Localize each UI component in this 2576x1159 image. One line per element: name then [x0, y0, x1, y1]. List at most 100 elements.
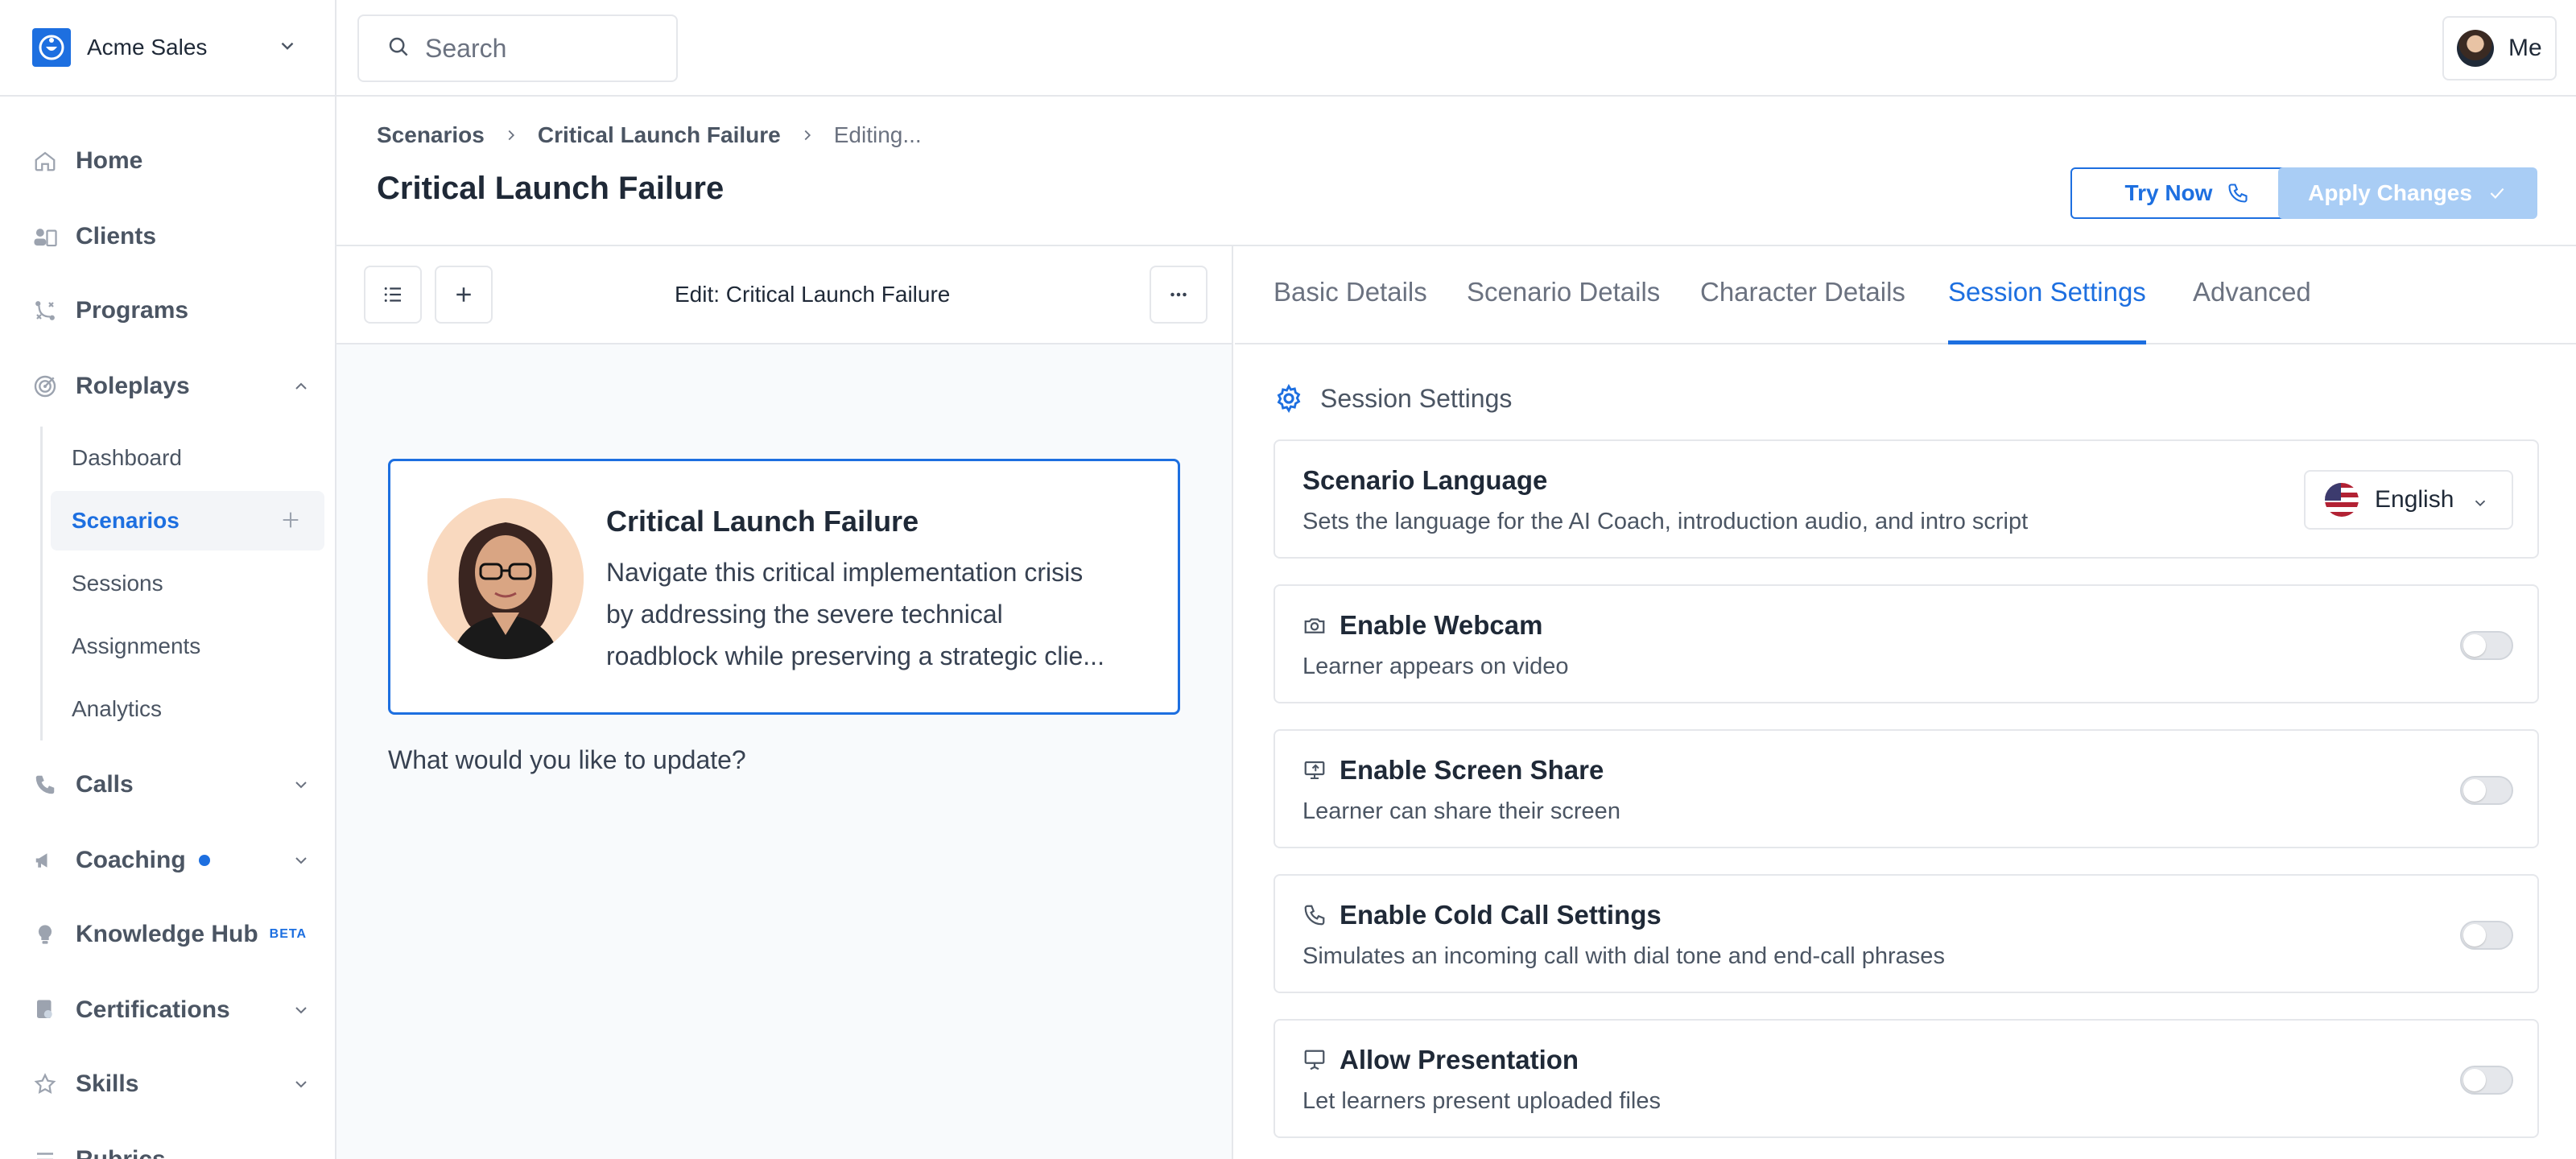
- add-scenario-icon[interactable]: [279, 509, 302, 537]
- chevron-down-icon: [291, 1000, 311, 1024]
- page-header: Scenarios Critical Launch Failure Editin…: [336, 97, 2576, 246]
- card-description: Navigate this critical implementation cr…: [606, 551, 1154, 677]
- toggle-knob: [2463, 634, 2486, 657]
- screen-share-toggle[interactable]: [2460, 776, 2513, 805]
- row-description: Sets the language for the AI Coach, intr…: [1302, 509, 2029, 534]
- megaphone-icon: [29, 844, 61, 876]
- nav-label: Programs: [76, 297, 189, 324]
- subnav-item-scenarios[interactable]: Scenarios: [51, 491, 324, 551]
- subnav-item-analytics[interactable]: Analytics: [51, 679, 324, 739]
- org-switcher[interactable]: Acme Sales: [0, 0, 335, 97]
- nav-item-knowledge-hub[interactable]: Knowledge Hub BETA: [29, 910, 311, 959]
- nav-item-home[interactable]: Home: [29, 137, 311, 185]
- card-desc-line: by addressing the severe technical: [606, 600, 1003, 629]
- subnav-label: Scenarios: [72, 508, 180, 533]
- us-flag-icon: [2325, 483, 2359, 517]
- apply-changes-button[interactable]: Apply Changes: [2278, 167, 2537, 219]
- phone-icon: [29, 769, 61, 801]
- update-prompt: What would you like to update?: [388, 745, 746, 774]
- row-title-text: Enable Cold Call Settings: [1340, 900, 1662, 930]
- beta-badge: BETA: [269, 927, 308, 941]
- row-title-text: Enable Screen Share: [1340, 755, 1604, 785]
- screen-share-icon: [1302, 758, 1327, 782]
- cold-call-row: Enable Cold Call Settings Simulates an i…: [1274, 874, 2539, 993]
- nav-label: Clients: [76, 223, 157, 250]
- webcam-toggle[interactable]: [2460, 631, 2513, 660]
- card-desc-line: Navigate this critical implementation cr…: [606, 558, 1084, 587]
- list-button[interactable]: [364, 266, 422, 324]
- cold-call-toggle[interactable]: [2460, 921, 2513, 950]
- clients-icon: [29, 221, 61, 253]
- row-title-text: Enable Webcam: [1340, 610, 1543, 640]
- nav-item-clients[interactable]: Clients: [29, 212, 311, 261]
- phone-icon: [2228, 184, 2248, 203]
- row-title: Scenario Language: [1302, 465, 1548, 495]
- nav-item-skills[interactable]: Skills: [29, 1060, 311, 1108]
- target-icon: [29, 370, 61, 402]
- language-value: English: [2375, 486, 2454, 513]
- nav-label: Calls: [76, 771, 134, 798]
- nav-label: Certifications: [76, 996, 230, 1023]
- plus-icon: [456, 287, 471, 302]
- subnav-item-sessions[interactable]: Sessions: [51, 554, 324, 613]
- tab-session-settings[interactable]: Session Settings: [1948, 277, 2146, 344]
- camera-icon: [1302, 613, 1327, 637]
- lightbulb-icon: [29, 918, 61, 951]
- programs-icon: [29, 295, 61, 327]
- language-select[interactable]: English: [2304, 470, 2513, 530]
- toggle-knob: [2463, 779, 2486, 802]
- nav-item-roleplays[interactable]: Roleplays: [29, 362, 311, 410]
- list-icon: [384, 287, 401, 302]
- tab-basic-details[interactable]: Basic Details: [1274, 277, 1427, 344]
- presentation-icon: [1302, 1048, 1327, 1072]
- notification-dot: [198, 855, 210, 866]
- org-logo-icon: [32, 28, 71, 67]
- top-bar: Search Me: [336, 0, 2576, 97]
- subnav-item-dashboard[interactable]: Dashboard: [51, 428, 324, 488]
- nav-label: Home: [76, 147, 143, 174]
- nav-item-coaching[interactable]: Coaching: [29, 836, 311, 885]
- presentation-toggle[interactable]: [2460, 1066, 2513, 1095]
- page-title: Critical Launch Failure: [377, 171, 724, 206]
- breadcrumb-link-scenario[interactable]: Critical Launch Failure: [538, 122, 781, 148]
- avatar: [2457, 30, 2494, 67]
- search-input[interactable]: Search: [357, 14, 678, 82]
- row-description: Learner appears on video: [1302, 654, 1569, 679]
- nav-label: Coaching: [76, 847, 186, 873]
- nav-item-certifications[interactable]: Certifications: [29, 986, 311, 1034]
- row-description: Simulates an incoming call with dial ton…: [1302, 943, 1945, 969]
- tab-character-details[interactable]: Character Details: [1700, 277, 1905, 344]
- row-title: Enable Screen Share: [1302, 755, 1604, 786]
- scenario-editor: Edit: Critical Launch Failure Critical L…: [336, 246, 1233, 1159]
- settings-panel: Basic Details Scenario Details Character…: [1235, 246, 2576, 1159]
- section-title: Session Settings: [1320, 383, 1513, 413]
- nav-item-calls[interactable]: Calls: [29, 761, 311, 809]
- scenario-card[interactable]: Critical Launch Failure Navigate this cr…: [388, 459, 1180, 715]
- try-now-button[interactable]: Try Now: [2070, 167, 2304, 219]
- check-icon: [2490, 188, 2504, 199]
- sidebar: Acme Sales Home Clients Programs Rolepla…: [0, 0, 336, 1159]
- chevron-down-icon: [291, 851, 311, 874]
- phone-icon: [1302, 903, 1327, 927]
- breadcrumb: Scenarios Critical Launch Failure Editin…: [377, 122, 922, 148]
- character-avatar: [427, 498, 584, 659]
- chevron-right-icon: [799, 126, 816, 144]
- search-icon: [386, 35, 411, 63]
- nav-label: Knowledge Hub: [76, 921, 258, 947]
- breadcrumb-link-scenarios[interactable]: Scenarios: [377, 122, 485, 148]
- add-button[interactable]: [435, 266, 493, 324]
- star-icon: [29, 1068, 61, 1100]
- subnav-item-assignments[interactable]: Assignments: [51, 617, 324, 676]
- editor-toolbar: Edit: Critical Launch Failure: [336, 246, 1232, 344]
- more-options-button[interactable]: [1150, 266, 1208, 324]
- row-title-text: Allow Presentation: [1340, 1045, 1579, 1074]
- card-title: Critical Launch Failure: [606, 505, 919, 538]
- nav-item-rubrics[interactable]: Rubrics: [29, 1136, 311, 1159]
- nav-label: Roleplays: [76, 373, 190, 399]
- presentation-row: Allow Presentation Let learners present …: [1274, 1019, 2539, 1138]
- user-menu-button[interactable]: Me: [2442, 16, 2557, 80]
- tab-scenario-details[interactable]: Scenario Details: [1467, 277, 1660, 344]
- tab-advanced[interactable]: Advanced: [2193, 277, 2311, 344]
- chevron-down-icon: [2471, 494, 2489, 516]
- nav-item-programs[interactable]: Programs: [29, 287, 311, 335]
